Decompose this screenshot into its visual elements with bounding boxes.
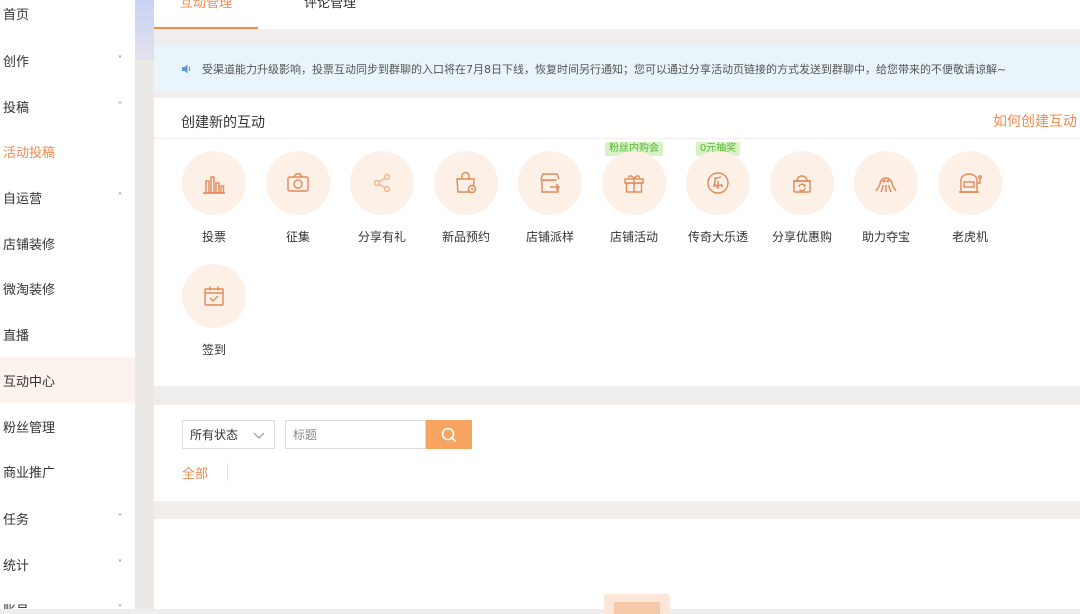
activity-name: 分享优惠购 bbox=[771, 230, 832, 244]
sidebar-item-stats[interactable]: 统计 ˅ bbox=[0, 541, 135, 587]
notice-bar: 受渠道能力升级影响，投票互动同步到群聊的入口将在7月8日下线，恢复时间另行通知；… bbox=[154, 46, 1080, 92]
tab-label: 评论管理 bbox=[304, 0, 357, 11]
sidebar-item-label: 创作 bbox=[3, 54, 30, 70]
activity-shop-event[interactable]: 粉丝内购会 店铺活动 bbox=[592, 139, 676, 249]
activity-new-product-reservation[interactable]: 新品预约 bbox=[424, 139, 508, 249]
activity-assist-treasure[interactable]: 助力夺宝 bbox=[844, 139, 928, 249]
sidebar-item-weitao-decor[interactable]: 微淘装修 bbox=[0, 265, 135, 311]
sidebar-item-label: 账号 bbox=[3, 600, 105, 610]
activity-name: 投票 bbox=[201, 230, 226, 244]
chevron-up-icon: ˄ bbox=[117, 191, 123, 203]
activity-shop-sample[interactable]: 店铺派样 bbox=[508, 139, 592, 249]
sidebar-item-label: 互动中心 bbox=[3, 374, 56, 390]
chevron-down-icon: ˅ bbox=[117, 512, 123, 524]
activity-share-discount[interactable]: 分享优惠购 bbox=[760, 139, 844, 249]
activity-name: 征集 bbox=[285, 230, 310, 244]
empty-state-illustration bbox=[604, 594, 670, 614]
activity-lottery[interactable]: 0元抽奖 传奇大乐透 bbox=[676, 139, 760, 249]
sidebar-item-label: 统计 bbox=[3, 558, 30, 574]
title-search-input[interactable] bbox=[285, 420, 426, 449]
octopus-icon bbox=[854, 151, 918, 215]
search-button[interactable] bbox=[426, 420, 472, 449]
sidebar-item-promotion[interactable]: 商业推广 bbox=[0, 448, 135, 494]
sidebar-item-label: 任务 bbox=[3, 512, 30, 528]
sidebar-item-submit[interactable]: 投稿 ˄ bbox=[0, 83, 135, 129]
sidebar-item-label: 店铺装修 bbox=[3, 237, 56, 253]
create-interaction-panel: 创建新的互动 如何创建互动 投票 征集 分享有礼 新品预约 店铺派样 粉丝内购会… bbox=[154, 98, 1080, 386]
sidebar-item-tasks[interactable]: 任务 ˅ bbox=[0, 495, 135, 541]
sidebar-item-shop-decor[interactable]: 店铺装修 bbox=[0, 220, 135, 266]
tab-label: 互动管理 bbox=[179, 0, 232, 11]
bag-clock-icon bbox=[434, 151, 498, 215]
speaker-icon bbox=[180, 62, 194, 76]
lottery-icon bbox=[686, 151, 750, 215]
sidebar-scroll-strip bbox=[135, 0, 154, 609]
sidebar-item-label: 直播 bbox=[3, 328, 30, 344]
filter-panel: 所有状态 全部 bbox=[154, 405, 1080, 501]
sidebar-item-self-operation[interactable]: 自运营 ˄ bbox=[0, 174, 135, 220]
activity-slot-machine[interactable]: 老虎机 bbox=[928, 139, 1012, 249]
divider bbox=[227, 463, 228, 481]
camera-icon bbox=[266, 151, 330, 215]
tab-bar: 互动管理 评论管理 bbox=[154, 0, 1080, 29]
sidebar: 首页 创作 ˅ 投稿 ˄ 活动投稿 自运营 ˄ 店铺装修 微淘装修 直播 互动中… bbox=[0, 0, 135, 609]
filter-tab-all[interactable]: 全部 bbox=[182, 463, 208, 482]
activity-collect[interactable]: 征集 bbox=[256, 139, 340, 249]
search-icon bbox=[441, 427, 457, 442]
tab-comment-management[interactable]: 评论管理 bbox=[304, 0, 384, 29]
share-icon bbox=[350, 151, 414, 215]
sidebar-item-live[interactable]: 直播 bbox=[0, 311, 135, 357]
activity-name: 店铺派样 bbox=[525, 230, 574, 244]
sidebar-item-label: 投稿 bbox=[3, 100, 30, 116]
empty-state-illustration-detail bbox=[614, 602, 660, 614]
chevron-up-icon: ˄ bbox=[117, 100, 123, 112]
tab-interaction-management[interactable]: 互动管理 bbox=[154, 0, 258, 29]
chevron-down-icon: ˅ bbox=[117, 54, 123, 66]
sidebar-item-event-submit[interactable]: 活动投稿 bbox=[0, 128, 135, 174]
sidebar-item-home[interactable]: 首页 bbox=[0, 0, 135, 36]
sidebar-item-label: 自运营 bbox=[3, 191, 43, 207]
activity-name: 助力夺宝 bbox=[861, 230, 910, 244]
gift-icon bbox=[602, 151, 666, 215]
chevron-down-icon: ˅ bbox=[117, 558, 123, 570]
sidebar-item-label: 首页 bbox=[3, 7, 30, 23]
activity-name: 店铺活动 bbox=[609, 230, 658, 244]
sidebar-item-interaction-center[interactable]: 互动中心 bbox=[0, 357, 135, 403]
chevron-down-icon: ˅ bbox=[117, 603, 123, 610]
chevron-down-icon bbox=[252, 428, 266, 442]
activity-name: 分享有礼 bbox=[357, 230, 406, 244]
section-title: 创建新的互动 bbox=[181, 115, 265, 131]
activity-name: 传奇大乐透 bbox=[687, 230, 748, 244]
bar-chart-icon bbox=[182, 151, 246, 215]
activity-name: 签到 bbox=[201, 343, 226, 357]
status-select[interactable]: 所有状态 bbox=[182, 420, 275, 449]
calendar-check-icon bbox=[182, 264, 246, 328]
sidebar-item-label: 商业推广 bbox=[3, 465, 56, 481]
sidebar-item-create[interactable]: 创作 ˅ bbox=[0, 37, 135, 83]
notice-text: 受渠道能力升级影响，投票互动同步到群聊的入口将在7月8日下线，恢复时间另行通知；… bbox=[202, 63, 1007, 76]
sidebar-item-account[interactable]: 账号 ˅ bbox=[0, 586, 135, 610]
sidebar-item-label: 粉丝管理 bbox=[3, 420, 56, 436]
interaction-list-panel bbox=[154, 519, 1080, 614]
sidebar-item-label: 活动投稿 bbox=[3, 145, 56, 161]
sidebar-item-fans[interactable]: 粉丝管理 bbox=[0, 403, 135, 449]
how-to-create-link[interactable]: 如何创建互动 bbox=[993, 111, 1077, 131]
tab-active-underline bbox=[154, 27, 258, 29]
slot-machine-icon bbox=[938, 151, 1002, 215]
activity-name: 新品预约 bbox=[441, 230, 490, 244]
sidebar-item-label: 微淘装修 bbox=[3, 282, 56, 298]
shop-sample-icon bbox=[518, 151, 582, 215]
status-select-value: 所有状态 bbox=[190, 428, 239, 442]
activity-vote[interactable]: 投票 bbox=[172, 139, 256, 249]
activity-name: 老虎机 bbox=[951, 230, 988, 244]
activity-share-gift[interactable]: 分享有礼 bbox=[340, 139, 424, 249]
basket-share-icon bbox=[770, 151, 834, 215]
strip-highlight bbox=[135, 0, 154, 60]
activity-check-in[interactable]: 签到 bbox=[172, 252, 256, 362]
